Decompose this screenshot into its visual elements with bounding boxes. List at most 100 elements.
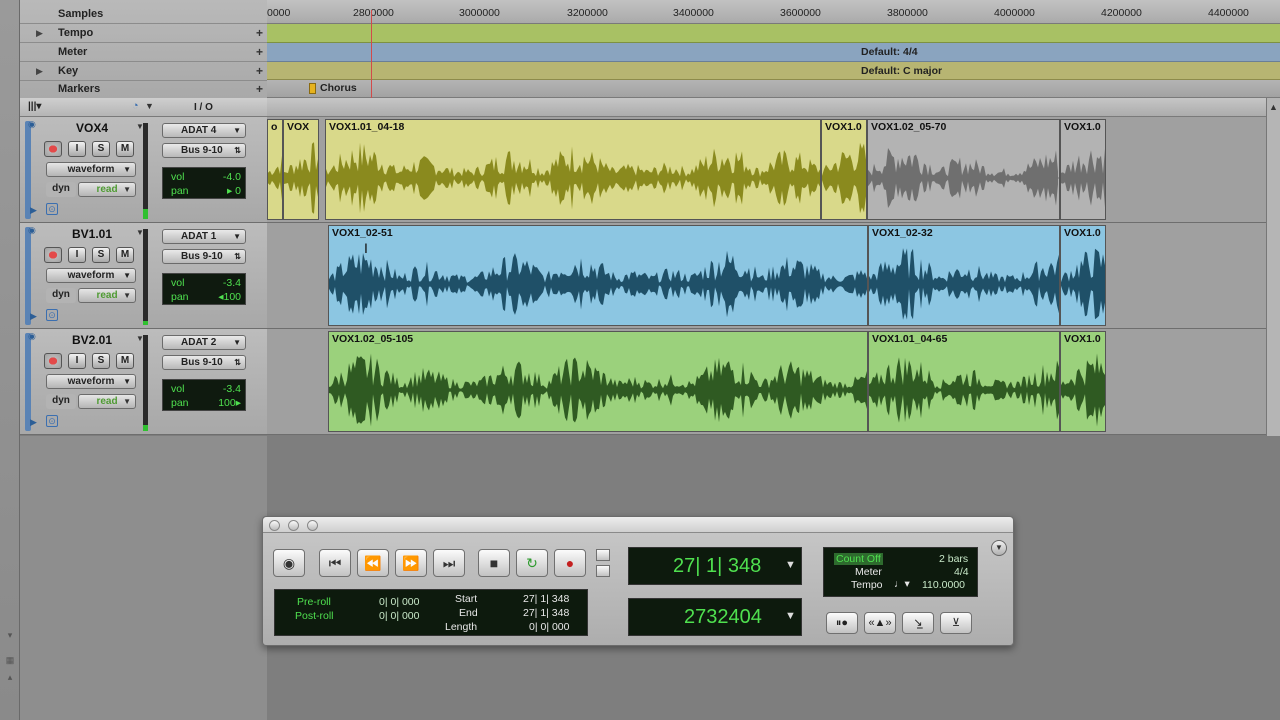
audio-region-inactive[interactable]: VOX1.0 [1060, 119, 1106, 220]
vertical-scrollbar[interactable]: ▲ [1266, 98, 1280, 436]
expand-track-icon[interactable]: ▶ [30, 311, 37, 322]
main-counter[interactable]: 27| 1| 348 ▼ [628, 547, 802, 585]
track-options-icon[interactable]: ◉ [28, 225, 36, 236]
track-name[interactable]: BV1.01 [48, 227, 136, 243]
end-value[interactable]: 27| 1| 348 [523, 607, 569, 619]
chevron-down-icon[interactable]: ▼ [785, 610, 796, 622]
audio-region[interactable]: VOX1.0 [821, 119, 867, 220]
track-header-vox4[interactable]: ◉ VOX4 ▼ I S M waveform ▼ dyn read ▼ ▶ ⊙ A… [20, 117, 267, 223]
meter-value[interactable]: 4/4 [954, 566, 969, 578]
track-list-menu-icon[interactable]: |||▾ [28, 101, 41, 112]
record-button[interactable]: ● [554, 549, 586, 577]
vol-value[interactable]: -4.0 [223, 171, 241, 183]
automation-mode-selector[interactable]: read ▼ [78, 182, 136, 197]
solo-button[interactable]: S [92, 141, 110, 157]
key-ruler-lane[interactable]: Default: C major [267, 62, 1280, 80]
dyn-selector[interactable]: dyn [46, 288, 76, 303]
mute-button[interactable]: M [116, 141, 134, 157]
output-selector[interactable]: Bus 9-10 ⇅ [162, 355, 246, 370]
online-button[interactable]: ◉ [273, 549, 305, 577]
note-value-icon[interactable]: ♩▾ [894, 578, 910, 590]
transport-options-down-button[interactable] [596, 565, 610, 577]
transport-menu-icon[interactable]: ▼ [991, 540, 1007, 556]
expand-arrow-icon[interactable]: ▴ [4, 672, 16, 682]
playlist-icon[interactable]: ⊙ [46, 415, 58, 427]
automation-mode-selector[interactable]: read ▼ [78, 288, 136, 303]
audio-region[interactable]: VOX1.02_05-105 [328, 331, 868, 432]
audio-region[interactable]: VOX1.0 [1060, 331, 1106, 432]
mute-button[interactable]: M [116, 247, 134, 263]
playlist-icon[interactable]: ⊙ [46, 203, 58, 215]
play-button[interactable]: ↻ [516, 549, 548, 577]
fast-forward-button[interactable]: ⏩ [395, 549, 427, 577]
expand-track-icon[interactable]: ▶ [30, 205, 37, 216]
pan-value[interactable]: 100▸ [218, 397, 241, 409]
wait-for-note-button[interactable]: ⏸● [826, 612, 858, 634]
add-tempo-icon[interactable]: + [256, 26, 263, 40]
output-selector[interactable]: Bus 9-10 ⇅ [162, 249, 246, 264]
stop-button[interactable]: ■ [478, 549, 510, 577]
length-value[interactable]: 0| 0| 000 [529, 621, 570, 633]
track-header-bv2[interactable]: ◉ BV2.01 ▼ I S M waveform ▼ dyn read ▼ ▶ ⊙… [20, 329, 267, 435]
track-view-selector[interactable]: waveform ▼ [46, 374, 136, 389]
count-off-toggle[interactable]: Count Off [834, 553, 883, 565]
output-selector[interactable]: Bus 9-10 ⇅ [162, 143, 246, 158]
pan-value[interactable]: ◂100 [218, 291, 241, 303]
marker-flag-icon[interactable] [309, 83, 316, 94]
scroll-up-icon[interactable]: ▲ [1269, 102, 1278, 112]
timebase-icon[interactable]: ◔ [132, 100, 139, 112]
track-header-bv1[interactable]: ◉ BV1.01 ▼ I S M waveform ▼ dyn read ▼ ▶ ⊙… [20, 223, 267, 329]
input-monitor-button[interactable]: I [68, 353, 86, 369]
expand-track-icon[interactable]: ▶ [30, 417, 37, 428]
zoom-window-icon[interactable] [307, 520, 318, 531]
audio-region[interactable]: VOX1_02-32 [868, 225, 1060, 326]
record-arm-button[interactable] [44, 141, 62, 157]
close-window-icon[interactable] [269, 520, 280, 531]
add-key-icon[interactable]: + [256, 64, 263, 78]
tempo-value[interactable]: 110.0000 [922, 579, 965, 591]
marker-name[interactable]: Chorus [320, 82, 357, 94]
input-selector[interactable]: ADAT 1 ▼ [162, 229, 246, 244]
transport-options-up-button[interactable] [596, 549, 610, 561]
audio-region[interactable]: VOX1.01_04-18 [325, 119, 821, 220]
automation-mode-selector[interactable]: read ▼ [78, 394, 136, 409]
solo-button[interactable]: S [92, 353, 110, 369]
return-to-zero-button[interactable]: ⏮ [319, 549, 351, 577]
dyn-selector[interactable]: dyn [46, 394, 76, 409]
pan-value[interactable]: ▸ 0 [227, 185, 241, 197]
chevron-down-icon[interactable]: ▼ [785, 559, 796, 571]
view-menu-icon[interactable]: ▼ [145, 101, 154, 111]
metronome-button[interactable]: «▲» [864, 612, 896, 634]
start-value[interactable]: 27| 1| 348 [523, 593, 569, 605]
track-options-icon[interactable]: ◉ [28, 119, 36, 130]
go-to-end-button[interactable]: ⏭ [433, 549, 465, 577]
track-view-selector[interactable]: waveform ▼ [46, 268, 136, 283]
count-off-value[interactable]: 2 bars [939, 553, 968, 565]
meter-ruler-lane[interactable]: Default: 4/4 [267, 43, 1280, 62]
vol-pan-display[interactable]: vol -3.4 pan ◂100 [162, 273, 246, 305]
expand-tempo-icon[interactable]: ▶ [36, 28, 43, 39]
track-view-selector[interactable]: waveform ▼ [46, 162, 136, 177]
add-marker-icon[interactable]: + [256, 82, 263, 96]
audio-region[interactable]: VOX1.0 [1060, 225, 1106, 326]
mute-button[interactable]: M [116, 353, 134, 369]
collapse-arrow-icon[interactable]: ▾ [4, 630, 16, 640]
dyn-selector[interactable]: dyn [46, 182, 76, 197]
audio-region[interactable]: o [267, 119, 283, 220]
audio-region[interactable]: VOX1_02-51 [328, 225, 868, 326]
minimize-window-icon[interactable] [288, 520, 299, 531]
samples-ruler[interactable]: 0000 2800000 3000000 3200000 3400000 360… [267, 0, 1280, 24]
input-monitor-button[interactable]: I [68, 141, 86, 157]
input-selector[interactable]: ADAT 4 ▼ [162, 123, 246, 138]
postroll-label[interactable]: Post-roll [295, 610, 334, 622]
track-name[interactable]: BV2.01 [48, 333, 136, 349]
preroll-label[interactable]: Pre-roll [297, 596, 331, 608]
input-selector[interactable]: ADAT 2 ▼ [162, 335, 246, 350]
audio-region[interactable]: VOX1.01_04-65 [868, 331, 1060, 432]
vol-value[interactable]: -3.4 [223, 383, 241, 395]
ruler-meter[interactable]: Meter + [20, 43, 267, 62]
grid-icon[interactable]: ▦ [4, 655, 16, 665]
record-arm-button[interactable] [44, 247, 62, 263]
ruler-markers[interactable]: Markers + [20, 80, 267, 99]
midi-merge-button[interactable]: ↘̲ [902, 612, 934, 634]
